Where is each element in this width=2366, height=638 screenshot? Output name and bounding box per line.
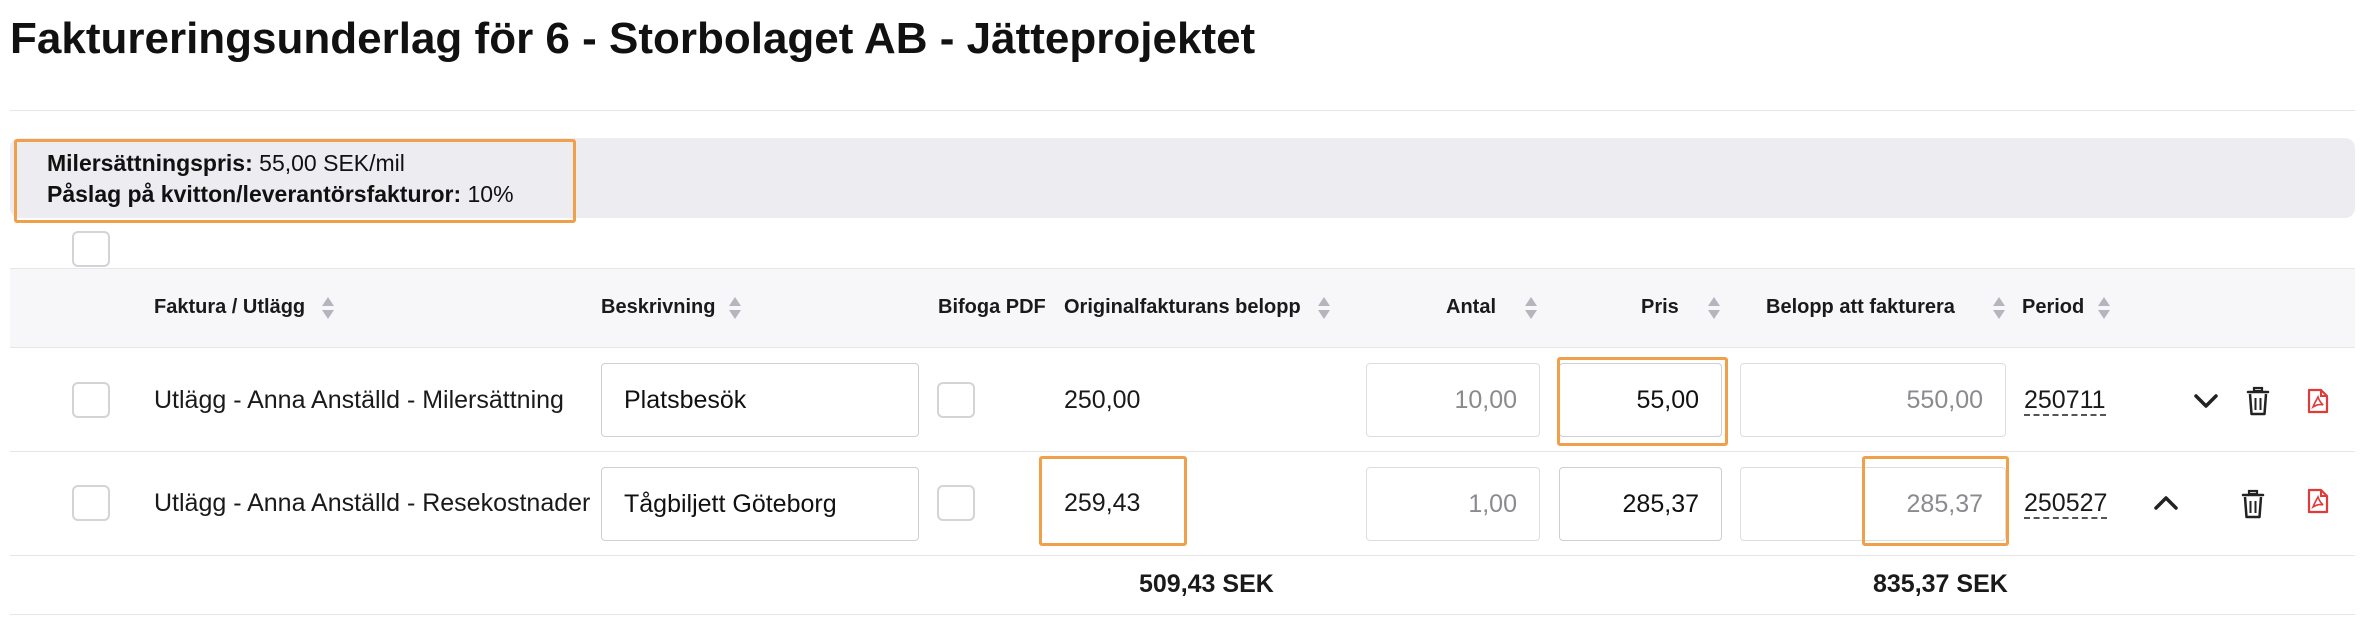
- amount-highlight-box: [1862, 456, 2009, 546]
- chevron-down-icon[interactable]: [2192, 390, 2220, 412]
- markup-info: Påslag på kvitton/leverantörsfakturor: 1…: [47, 181, 514, 208]
- row-checkbox[interactable]: [72, 382, 110, 418]
- pdf-icon[interactable]: [2307, 488, 2329, 514]
- attach-pdf-checkbox[interactable]: [937, 382, 975, 418]
- price-highlight-box: [1557, 357, 1728, 446]
- header-description[interactable]: Beskrivning: [601, 296, 715, 319]
- period-link[interactable]: 250527: [2024, 489, 2108, 519]
- amount-to-invoice-input[interactable]: 550,00: [1740, 363, 2006, 437]
- row-divider: [10, 451, 2355, 452]
- mileage-price-info: Milersättningspris: 55,00 SEK/mil: [47, 150, 405, 177]
- price-input[interactable]: 285,37: [1559, 467, 1722, 541]
- quantity-input[interactable]: 1,00: [1366, 467, 1540, 541]
- total-original-amount: 509,43 SEK: [1139, 570, 1274, 598]
- row-invoice-name: Utlägg - Anna Anställd - Resekostnader: [154, 489, 591, 517]
- chevron-up-icon[interactable]: [2152, 492, 2180, 514]
- total-amount-to-invoice: 835,37 SEK: [1873, 570, 2008, 598]
- mileage-price-value: 55,00 SEK/mil: [252, 150, 405, 176]
- header-invoice[interactable]: Faktura / Utlägg: [154, 296, 305, 319]
- description-input[interactable]: Tågbiljett Göteborg: [601, 467, 919, 541]
- header-attach-pdf: Bifoga PDF: [938, 296, 1046, 318]
- markup-value: 10%: [461, 181, 514, 207]
- page-title: Faktureringsunderlag för 6 - Storbolaget…: [10, 14, 1256, 63]
- header-amount-to-invoice[interactable]: Belopp att fakturera: [1766, 296, 1955, 319]
- header-price[interactable]: Pris: [1641, 296, 1679, 319]
- mileage-price-label: Milersättningspris:: [47, 150, 253, 176]
- sort-icon[interactable]: [729, 297, 741, 321]
- header-quantity[interactable]: Antal: [1446, 296, 1496, 319]
- period-link[interactable]: 250711: [2024, 386, 2106, 416]
- row-divider: [10, 555, 2355, 556]
- header-original-amount[interactable]: Originalfakturans belopp: [1064, 296, 1301, 319]
- markup-label: Påslag på kvitton/leverantörsfakturor:: [47, 181, 462, 207]
- quantity-input[interactable]: 10,00: [1366, 363, 1540, 437]
- attach-pdf-checkbox[interactable]: [937, 485, 975, 521]
- sort-icon[interactable]: [2098, 297, 2110, 321]
- trash-icon[interactable]: [2245, 386, 2271, 416]
- sort-icon[interactable]: [1525, 297, 1537, 321]
- sort-icon[interactable]: [1708, 297, 1720, 321]
- trash-icon[interactable]: [2240, 489, 2266, 519]
- header-period[interactable]: Period: [2022, 296, 2084, 319]
- original-amount-highlight-box: [1039, 456, 1187, 546]
- sort-icon[interactable]: [1993, 297, 2005, 321]
- row-checkbox[interactable]: [72, 485, 110, 521]
- pdf-icon[interactable]: [2307, 388, 2329, 414]
- select-all-checkbox[interactable]: [72, 231, 110, 267]
- table-bottom-divider: [10, 614, 2355, 615]
- description-input[interactable]: Platsbesök: [601, 363, 919, 437]
- sort-icon[interactable]: [322, 297, 334, 321]
- row-invoice-name: Utlägg - Anna Anställd - Milersättning: [154, 386, 564, 414]
- title-divider: [10, 110, 2355, 111]
- original-amount-value: 250,00: [1064, 386, 1141, 414]
- sort-icon[interactable]: [1318, 297, 1330, 321]
